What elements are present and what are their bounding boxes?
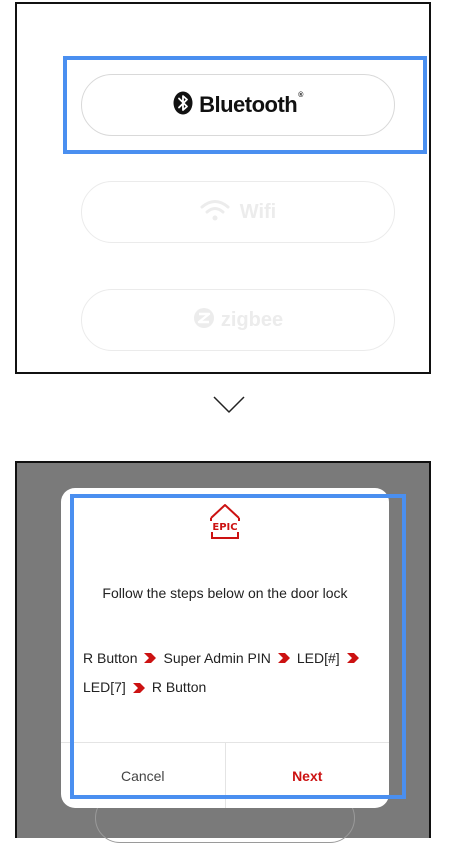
step-arrow-icon <box>346 645 360 673</box>
step-3: LED[#] <box>296 650 340 666</box>
step-4: LED[7] <box>83 679 126 696</box>
step-sequence: R Button Super Admin PIN LED[#] LED[7] R But… <box>83 644 389 703</box>
epic-logo-text: EPIC <box>212 522 237 533</box>
chevron-down-icon <box>213 396 245 419</box>
next-button[interactable]: Next <box>226 743 390 808</box>
zigbee-icon <box>193 307 215 334</box>
zigbee-button[interactable]: zigbee <box>81 289 395 351</box>
step-arrow-icon <box>277 645 291 673</box>
step-2: Super Admin PIN <box>163 650 271 666</box>
instruction-text: Follow the steps below on the door lock <box>102 585 348 601</box>
cancel-button[interactable]: Cancel <box>61 743 226 808</box>
wifi-icon <box>200 198 230 227</box>
dialog-button-row: Cancel Next <box>61 742 389 808</box>
instruction-dialog: EPIC Follow the steps below on the door … <box>61 488 389 808</box>
zigbee-label: zigbee <box>220 308 284 331</box>
step-arrow-icon <box>132 675 146 703</box>
connection-type-panel: Bluetooth® Wifi zigbee <box>15 2 431 374</box>
step-arrow-icon <box>143 645 157 673</box>
instruction-panel: EPIC Follow the steps below on the door … <box>15 461 431 843</box>
step-5: R Button <box>151 679 207 696</box>
step-1: R Button <box>83 650 138 666</box>
wifi-button[interactable]: Wifi <box>81 181 395 243</box>
epic-logo-icon: EPIC <box>208 502 242 547</box>
selection-highlight <box>63 56 427 154</box>
wifi-label: Wifi <box>239 200 277 223</box>
